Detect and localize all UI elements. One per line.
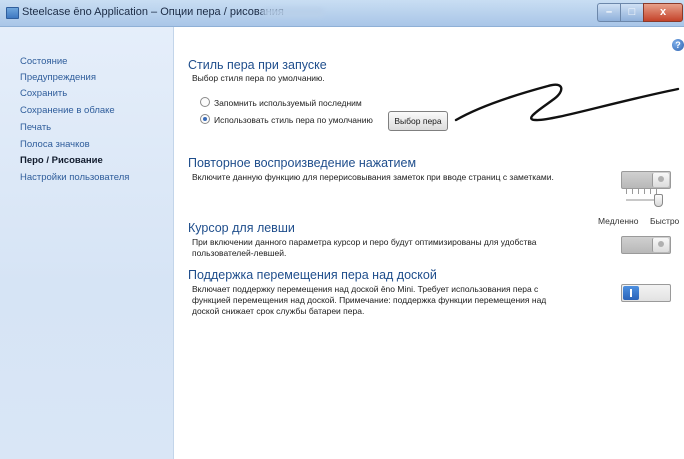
pen-stroke-preview xyxy=(454,83,680,122)
minimize-button[interactable]: – xyxy=(597,3,620,22)
hover-toggle[interactable] xyxy=(621,284,671,302)
app-window: Steelcase ēno Application – Опции пера /… xyxy=(0,0,684,459)
replay-title: Повторное воспроизведение нажатием xyxy=(188,156,417,170)
hover-description: Включает поддержку перемещения над доско… xyxy=(192,284,547,316)
speed-fast-label: Быстро xyxy=(650,216,680,226)
close-button[interactable]: x xyxy=(643,3,683,22)
sidebar-item-pen-drawing[interactable]: Перо / Рисование xyxy=(20,155,103,166)
help-icon[interactable]: ? xyxy=(672,39,684,51)
slider-thumb[interactable] xyxy=(654,194,663,207)
left-hand-description: При включении данного параметра курсор и… xyxy=(192,237,537,258)
speed-slow-label: Медленно xyxy=(598,216,639,226)
title-bar[interactable]: Steelcase ēno Application – Опции пера /… xyxy=(0,0,684,27)
sidebar-item-icon-bar[interactable]: Полоса значков xyxy=(20,139,90,150)
replay-description: Включите данную функцию для перерисовыва… xyxy=(192,172,554,182)
select-pen-button[interactable]: Выбор пера xyxy=(388,111,448,131)
sidebar: Состояние Предупреждения Сохранить Сохра… xyxy=(0,27,174,459)
hover-title: Поддержка перемещения пера над доской xyxy=(188,268,437,282)
sidebar-item-cloud-save[interactable]: Сохранение в облаке xyxy=(20,105,115,116)
radio-button[interactable] xyxy=(200,97,210,107)
sidebar-item-user-settings[interactable]: Настройки пользователя xyxy=(20,172,129,183)
blurred-title-region xyxy=(262,8,324,17)
app-icon xyxy=(6,7,19,19)
maximize-button[interactable]: □ xyxy=(620,3,644,22)
replay-toggle[interactable] xyxy=(621,171,671,189)
radio-default-style[interactable]: Использовать стиль пера по умолчанию xyxy=(200,114,373,125)
sidebar-item-status[interactable]: Состояние xyxy=(20,56,67,67)
sidebar-item-alerts[interactable]: Предупреждения xyxy=(20,72,96,83)
sidebar-item-save[interactable]: Сохранить xyxy=(20,88,67,99)
radio-remember-last[interactable]: Запомнить используемый последним xyxy=(200,97,362,108)
sidebar-item-print[interactable]: Печать xyxy=(20,122,51,133)
radio-button-checked[interactable] xyxy=(200,114,210,124)
settings-panel: ? Стиль пера при запуске Выбор стиля пер… xyxy=(174,27,684,459)
replay-speed-slider[interactable] xyxy=(626,189,663,211)
pen-style-title: Стиль пера при запуске xyxy=(188,58,327,72)
left-hand-title: Курсор для левши xyxy=(188,221,295,235)
window-title: Steelcase ēno Application – Опции пера /… xyxy=(22,6,284,18)
left-hand-toggle[interactable] xyxy=(621,236,671,254)
